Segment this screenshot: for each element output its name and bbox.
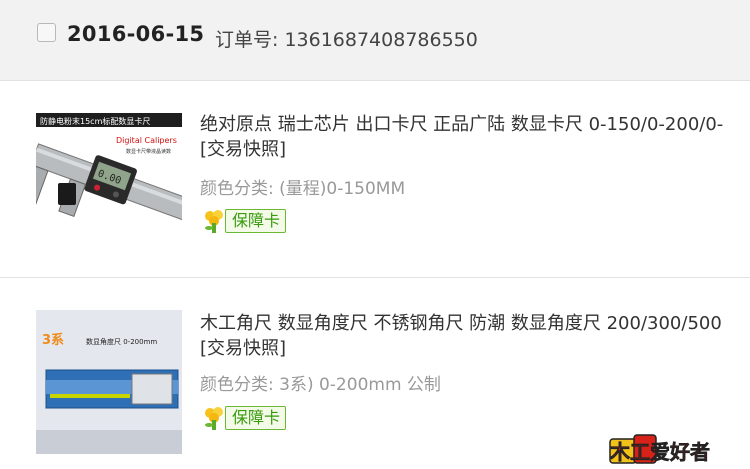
guarantee-flower-icon [205, 407, 223, 430]
watermark-text: 木工爱好者 [609, 440, 710, 464]
product-spec: 颜色分类: 3系) 0-200mm 公制 [200, 375, 441, 395]
thumb-product-text: 数显角度尺 0-200mm [86, 337, 157, 346]
order-header: 2016-06-15 订单号: 1361687408786550 [0, 0, 750, 81]
order-select-checkbox[interactable] [37, 23, 56, 42]
thumb-product-text: Digital Calipers [116, 136, 177, 145]
guarantee-badge[interactable]: 保障卡 [201, 405, 287, 430]
site-watermark-logo: 木工爱好者 [608, 433, 742, 465]
product-spec: 颜色分类: (量程)0-150MM [200, 179, 406, 199]
product-thumbnail[interactable]: 防静电粉末15cm标配数显卡尺 Digital Calipers 数显卡尺带液晶… [36, 113, 182, 251]
order-date: 2016-06-15 [67, 22, 205, 46]
guarantee-badge-label: 保障卡 [225, 405, 287, 430]
order-item: 防静电粉末15cm标配数显卡尺 Digital Calipers 数显卡尺带液晶… [0, 87, 750, 278]
guarantee-flower-icon [205, 210, 223, 233]
thumb-banner-text: 防静电粉末15cm标配数显卡尺 [40, 116, 150, 126]
product-thumbnail[interactable]: 3系 数显角度尺 0-200mm [36, 310, 182, 454]
thumb-brand-text: 3系 [42, 332, 64, 348]
order-number: 订单号: 1361687408786550 [215, 29, 478, 51]
guarantee-badge[interactable]: 保障卡 [201, 208, 287, 233]
product-title-link[interactable]: 绝对原点 瑞士芯片 出口卡尺 正品广陆 数显卡尺 0-150/0-200/0- … [200, 112, 738, 162]
thumb-sub-text: 数显卡尺带液晶读数 [126, 148, 171, 155]
product-title-link[interactable]: 木工角尺 数显角度尺 不锈钢角尺 防潮 数显角度尺 200/300/500 [交… [200, 311, 738, 361]
guarantee-badge-label: 保障卡 [225, 208, 287, 233]
